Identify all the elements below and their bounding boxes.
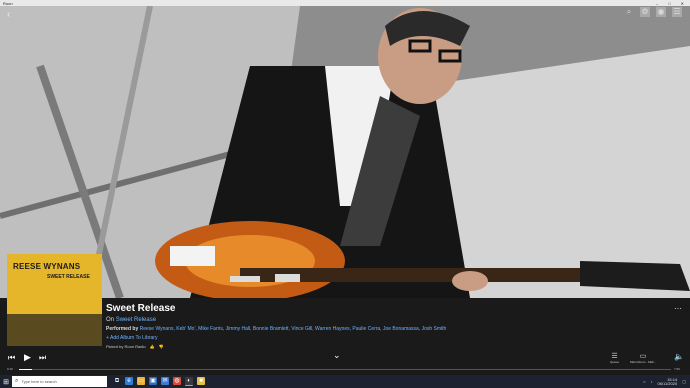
app-icon[interactable]: ■: [197, 377, 205, 385]
roon-icon[interactable]: ◐: [185, 377, 193, 386]
queue-label: Queue: [610, 360, 620, 364]
chrome-icon[interactable]: ◍: [173, 377, 181, 385]
back-icon[interactable]: ‹: [7, 9, 10, 20]
zone-button[interactable]: ▭ Main Room - KEF...: [630, 352, 656, 364]
performed-prefix: Performed by: [106, 326, 139, 332]
thumbs-up-icon[interactable]: 👍: [150, 344, 155, 349]
task-view-icon[interactable]: ⧉: [113, 377, 121, 385]
minimize-button[interactable]: –: [656, 1, 658, 6]
cover-artist: REESE WYNANS: [13, 262, 81, 271]
track-metadata: Sweet Release On Sweet Release Performed…: [106, 303, 446, 349]
play-icon[interactable]: ▶: [24, 352, 31, 363]
progress-bar[interactable]: [19, 369, 671, 370]
settings-icon[interactable]: ⚙: [640, 7, 650, 17]
user-icon[interactable]: ☰: [672, 7, 682, 17]
volume-button-icon[interactable]: 🔈: [674, 352, 684, 361]
performers-row: Performed by Reese Wynans, Keb' Mo', Mik…: [106, 326, 446, 332]
picked-by-label: Picked by Roon Radio: [106, 344, 146, 349]
album-link[interactable]: Sweet Release: [116, 317, 156, 323]
cover-artwork: [7, 314, 102, 346]
artist-hero-image: [0, 6, 690, 298]
zone-label: Main Room - KEF...: [630, 360, 657, 364]
on-prefix: On: [106, 317, 115, 323]
track-title[interactable]: Sweet Release: [106, 303, 446, 314]
network-icon[interactable]: ⌂: [643, 379, 645, 384]
close-button[interactable]: ✕: [681, 1, 684, 6]
window-controls: – □ ✕: [656, 1, 684, 6]
add-to-library-link[interactable]: + Add Album To Library: [106, 335, 446, 341]
search-icon: ⌕: [15, 378, 19, 384]
next-icon[interactable]: ⏭: [39, 353, 46, 363]
duration-time: 7:06: [674, 367, 680, 371]
notifications-icon[interactable]: ▢: [682, 379, 686, 384]
system-tray: ⌂ ♪ 15:14 06/11/2020 ▢: [643, 377, 686, 386]
mail-icon[interactable]: ✉: [161, 377, 169, 385]
previous-icon[interactable]: ⏮: [8, 353, 15, 363]
app-title: Roon: [3, 0, 13, 6]
maximize-button[interactable]: □: [668, 1, 670, 6]
explorer-icon[interactable]: ▭: [137, 377, 145, 385]
player-bar: [0, 350, 690, 375]
volume-icon[interactable]: ◉: [656, 7, 666, 17]
queue-icon: ☰: [611, 353, 618, 360]
search-placeholder: Type here to search: [21, 379, 57, 384]
queue-button[interactable]: ☰ Queue: [610, 352, 619, 364]
more-options-icon[interactable]: ⋯: [674, 304, 682, 313]
cover-album: SWEET RELEASE: [47, 274, 90, 280]
album-cover[interactable]: REESE WYNANS SWEET RELEASE: [7, 254, 102, 346]
elapsed-time: 0:16: [7, 367, 13, 371]
windows-taskbar: ⊞ ⌕ Type here to search ⧉ e ▭ ▣ ✉ ◍ ◐ ■ ⌂ ♪ 15:…: [0, 375, 690, 388]
performers-link[interactable]: Reese Wynans, Keb' Mo', Mike Farris, Jim…: [140, 326, 447, 332]
search-icon[interactable]: ⌕: [624, 7, 634, 17]
windows-start-icon[interactable]: ⊞: [0, 375, 12, 388]
clock-date: 06/11/2020: [657, 380, 678, 386]
taskbar-search[interactable]: ⌕ Type here to search: [12, 376, 107, 387]
chevron-down-icon[interactable]: ⌄: [333, 350, 341, 361]
topbar-icons: ⌕ ⚙ ◉ ☰: [624, 7, 682, 17]
album-row: On Sweet Release: [106, 317, 446, 323]
progress-fill: [19, 369, 33, 370]
store-icon[interactable]: ▣: [149, 377, 157, 385]
picked-by-row: Picked by Roon Radio 👍 👎: [106, 344, 446, 349]
speaker-icon: ▭: [639, 353, 647, 360]
taskbar-apps: ⧉ e ▭ ▣ ✉ ◍ ◐ ■: [113, 377, 205, 386]
speaker-tray-icon[interactable]: ♪: [650, 379, 652, 384]
edge-icon[interactable]: e: [125, 377, 133, 385]
taskbar-clock[interactable]: 15:14 06/11/2020: [657, 377, 678, 386]
thumbs-down-icon[interactable]: 👎: [159, 344, 164, 349]
